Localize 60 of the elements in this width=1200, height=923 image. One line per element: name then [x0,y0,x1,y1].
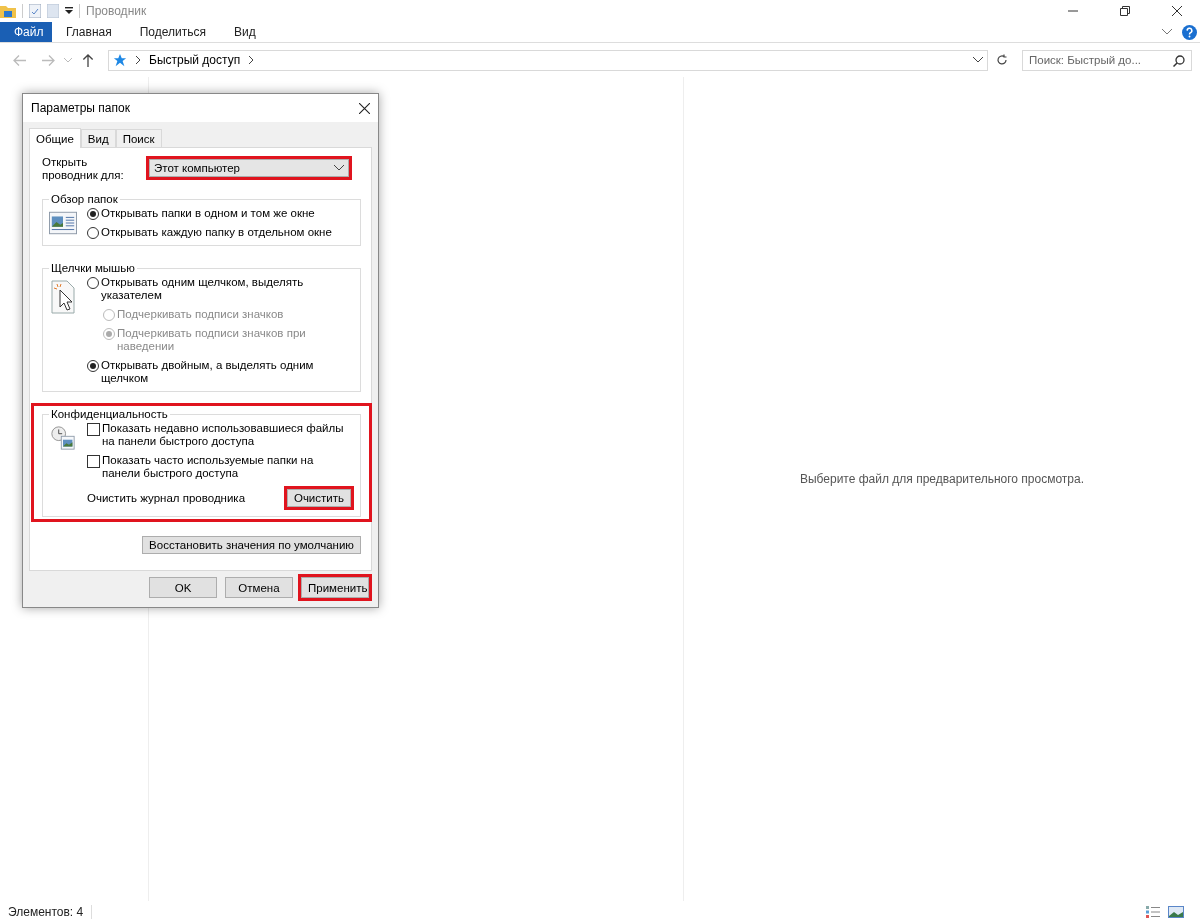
chevron-icon[interactable] [1162,29,1172,35]
option-label: Открывать двойным, а выделять одним щелчком [101,359,315,385]
ribbon-tab[interactable]: Вид [219,22,270,42]
up-icon[interactable] [81,53,95,67]
chevron-down-icon [334,165,344,171]
search-field[interactable]: Поиск: Быстрый до... [1022,49,1192,71]
restore-icon[interactable] [1120,6,1130,16]
preview-message: Выберите файл для предварительного просмотра. [799,472,1085,486]
open-in-dropdown[interactable]: Этот компьютер [149,159,349,177]
option-label: Открывать одним щелчком, выделять указателем [101,276,305,302]
dialog-tab[interactable]: Общие [29,128,81,148]
window-title: Проводник [86,4,147,18]
ribbon-tab[interactable]: Главная [52,22,126,42]
chevron-right-icon[interactable] [135,56,141,64]
clear-history-label: Очистить журнал проводника [87,492,246,504]
address-bar[interactable]: Быстрый доступ [108,49,988,71]
dialog-button[interactable]: Отмена [225,577,293,598]
folder-icon [0,4,16,18]
checkbox[interactable] [87,455,100,468]
radio-button[interactable] [87,360,99,372]
dialog-button[interactable]: Применить [301,577,369,598]
star-icon [113,53,127,67]
cursor-icon [49,280,77,314]
option-label: Показать недавно использовавшиеся файлы на панели быстрого доступа [102,422,345,448]
option-label: Подчеркивать подписи значков при наведении [117,327,307,353]
group-title: Конфиденциальность [50,408,169,420]
radio-button[interactable] [87,208,99,220]
large-icons-view-icon[interactable] [1168,906,1184,918]
radio-button[interactable] [87,227,99,239]
dialog-button[interactable]: OK [149,577,217,598]
chevron-right-icon[interactable] [248,56,255,64]
group-title: Щелчки мышью [50,262,136,274]
radio-button[interactable] [87,277,99,289]
open-in-label: Открыть проводник для: [42,156,125,182]
dropdown-icon[interactable] [65,7,73,15]
properties-icon[interactable] [29,4,41,18]
option-label: Подчеркивать подписи значков [117,308,284,321]
group-title: Обзор папок [50,193,119,205]
option-label: Показать часто используемые папки на панели быстрого доступа [102,454,315,480]
dialog-tab[interactable]: Вид [80,129,116,147]
dialog-title: Параметры папок [31,101,130,115]
ribbon-tab[interactable]: Файл [0,22,52,42]
clock-icon [49,426,77,450]
option-label: Открывать папки в одном и том же окне [101,207,315,220]
restore-defaults-button[interactable]: Восстановить значения по умолчанию [142,536,361,554]
checkbox[interactable] [87,423,100,436]
dialog-tab[interactable]: Поиск [115,129,162,147]
chevron-down-icon[interactable] [973,57,983,63]
close-icon[interactable] [359,102,370,114]
window-icon [49,211,77,235]
breadcrumb[interactable]: Быстрый доступ [149,53,241,67]
clear-button[interactable]: Очистить [286,489,351,507]
help-icon[interactable] [1182,24,1197,40]
refresh-icon[interactable] [996,54,1008,66]
close-icon[interactable] [1172,6,1182,16]
item-count: Элементов: 4 [8,905,93,919]
ribbon-tab[interactable]: Поделиться [125,22,220,42]
option-label: Открывать каждую папку в отдельном окне [101,226,332,239]
details-view-icon[interactable] [1146,906,1160,918]
search-icon [1173,54,1185,67]
